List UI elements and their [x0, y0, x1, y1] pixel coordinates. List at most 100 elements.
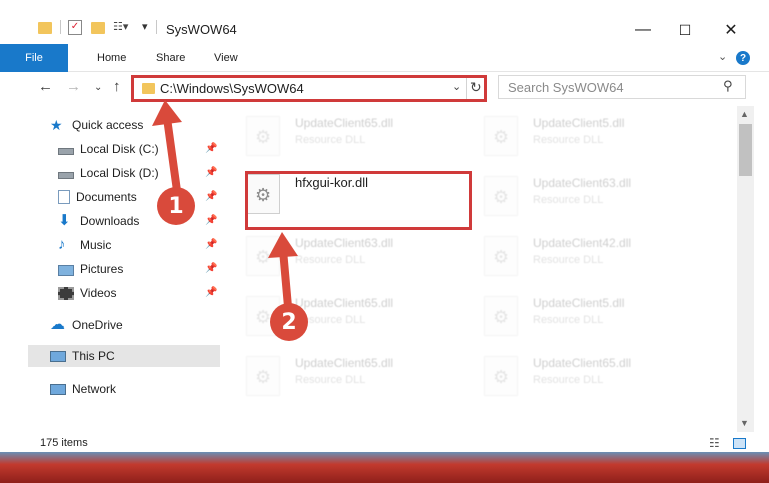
- expand-ribbon-icon[interactable]: ⌄: [718, 50, 727, 63]
- file-item[interactable]: ⚙ UpdateClient63.dll Resource DLL: [232, 230, 462, 280]
- computer-icon: [50, 351, 66, 362]
- search-icon[interactable]: ⚲: [723, 78, 733, 94]
- ribbon-tabs: File Home Share View ⌄ ?: [0, 44, 769, 72]
- help-icon[interactable]: ?: [736, 51, 750, 65]
- gear-icon: ⚙: [493, 307, 510, 327]
- file-type: Resource DLL: [295, 254, 366, 266]
- sidebar-item-label: Local Disk (C:): [80, 142, 159, 156]
- address-path[interactable]: C:\Windows\SysWOW64: [160, 81, 304, 96]
- chevron-down-icon[interactable]: ⌄: [452, 80, 461, 93]
- back-arrow-icon[interactable]: ←: [38, 78, 53, 95]
- folder-icon: [38, 22, 52, 34]
- sidebar-item-network[interactable]: Network: [50, 378, 116, 400]
- file-type: Resource DLL: [533, 194, 604, 206]
- maximize-button[interactable]: ☐: [662, 16, 708, 44]
- pin-icon[interactable]: 📌: [205, 287, 217, 298]
- scrollbar-thumb[interactable]: [739, 124, 752, 176]
- network-icon: [50, 384, 66, 395]
- title-bar: ✓ ☷▾ ▾ SysWOW64 — ☐ ✕: [0, 0, 769, 44]
- scroll-down-icon[interactable]: ▼: [740, 418, 749, 428]
- folder-icon: [142, 83, 155, 94]
- sidebar-item-onedrive[interactable]: ☁ OneDrive: [50, 314, 123, 336]
- file-type: Resource DLL: [533, 374, 604, 386]
- file-name: UpdateClient65.dll: [295, 356, 394, 370]
- videos-icon: [58, 286, 74, 300]
- pictures-icon: [58, 264, 74, 276]
- sidebar-item-documents[interactable]: Documents: [58, 186, 137, 208]
- dll-file-icon: ⚙: [484, 296, 518, 336]
- music-icon: ♪: [58, 236, 66, 253]
- new-folder-icon[interactable]: [91, 22, 105, 34]
- details-view-icon[interactable]: ☷: [709, 436, 725, 450]
- sidebar-item-label: Local Disk (D:): [80, 166, 159, 180]
- dll-file-icon: ⚙: [484, 236, 518, 276]
- scroll-up-icon[interactable]: ▲: [740, 109, 749, 119]
- sidebar-item-local-disk-c[interactable]: Local Disk (C:): [58, 138, 159, 160]
- sidebar-item-quick-access[interactable]: ★ Quick access: [50, 114, 143, 136]
- drive-icon: [58, 147, 74, 155]
- file-item[interactable]: ⚙ UpdateClient5.dll Resource DLL: [470, 110, 700, 160]
- sidebar-item-this-pc[interactable]: This PC: [28, 345, 220, 367]
- pin-icon[interactable]: 📌: [205, 191, 217, 202]
- forward-arrow-icon[interactable]: →: [66, 78, 81, 95]
- gear-icon: ⚙: [493, 367, 510, 387]
- file-item[interactable]: ⚙ UpdateClient65.dll Resource DLL: [232, 350, 462, 400]
- gear-icon: ⚙: [255, 247, 272, 267]
- desktop-background: [0, 452, 769, 483]
- close-button[interactable]: ✕: [708, 16, 754, 44]
- up-arrow-icon[interactable]: ↑: [113, 78, 121, 95]
- recent-locations-icon[interactable]: ⌄: [94, 82, 102, 93]
- file-type: Resource DLL: [533, 134, 604, 146]
- sidebar-item-label: Documents: [76, 190, 137, 204]
- sidebar-item-label: Videos: [80, 286, 117, 300]
- file-item[interactable]: ⚙ UpdateClient5.dll Resource DLL: [470, 290, 700, 340]
- address-bar[interactable]: C:\Windows\SysWOW64 ⌄ ↻: [131, 75, 487, 102]
- file-name: UpdateClient5.dll: [533, 296, 625, 310]
- file-item[interactable]: ⚙ UpdateClient65.dll Resource DLL: [232, 290, 462, 340]
- large-icons-view-icon[interactable]: [733, 438, 746, 449]
- dll-file-icon: ⚙: [484, 176, 518, 216]
- properties-icon[interactable]: ✓: [68, 20, 82, 35]
- sidebar-item-label: OneDrive: [72, 318, 123, 332]
- file-item[interactable]: ⚙ UpdateClient42.dll Resource DLL: [470, 230, 700, 280]
- file-item[interactable]: ⚙ UpdateClient65.dll Resource DLL: [470, 350, 700, 400]
- file-type: Resource DLL: [295, 134, 366, 146]
- sidebar-item-downloads[interactable]: ⬇ Downloads: [58, 210, 139, 232]
- file-item[interactable]: ⚙ UpdateClient63.dll Resource DLL: [470, 170, 700, 220]
- pin-icon[interactable]: 📌: [205, 239, 217, 250]
- quick-access-dropdown-icon[interactable]: ▾: [142, 20, 148, 33]
- dll-file-icon: ⚙: [246, 236, 280, 276]
- pin-icon[interactable]: 📌: [205, 167, 217, 178]
- minimize-button[interactable]: —: [620, 16, 666, 44]
- pin-icon[interactable]: 📌: [205, 263, 217, 274]
- file-item[interactable]: ⚙ UpdateClient65.dll Resource DLL: [232, 110, 462, 160]
- file-list: ⚙ UpdateClient65.dll Resource DLL ⚙ Upda…: [232, 106, 734, 432]
- download-icon: ⬇: [58, 212, 71, 229]
- divider: [60, 20, 61, 34]
- explorer-window: ✓ ☷▾ ▾ SysWOW64 — ☐ ✕ File Home Share Vi…: [0, 0, 769, 456]
- file-name: UpdateClient63.dll: [295, 236, 394, 250]
- refresh-icon[interactable]: ↻: [470, 79, 482, 96]
- sidebar-item-pictures[interactable]: Pictures: [58, 258, 123, 280]
- tab-share[interactable]: Share: [156, 52, 185, 64]
- sidebar-item-music[interactable]: ♪ Music: [58, 234, 111, 256]
- vertical-scrollbar[interactable]: ▲ ▼: [737, 106, 754, 432]
- search-input[interactable]: Search SysWOW64 ⚲: [498, 75, 746, 99]
- dll-file-icon: ⚙: [246, 116, 280, 156]
- file-type: Resource DLL: [533, 254, 604, 266]
- sidebar-item-label: Quick access: [72, 118, 144, 132]
- pin-icon[interactable]: 📌: [205, 143, 217, 154]
- tab-file[interactable]: File: [0, 44, 68, 72]
- pin-icon[interactable]: 📌: [205, 215, 217, 226]
- tab-view[interactable]: View: [214, 52, 238, 64]
- gear-icon: ⚙: [493, 187, 510, 207]
- cloud-icon: ☁: [50, 316, 65, 333]
- file-name: UpdateClient65.dll: [295, 296, 394, 310]
- navigation-pane: ★ Quick access Local Disk (C:) 📌 Local D…: [0, 106, 221, 432]
- sidebar-item-label: This PC: [72, 349, 115, 363]
- tab-home[interactable]: Home: [97, 52, 126, 64]
- customize-toolbar-icon[interactable]: ☷▾: [113, 20, 128, 33]
- gear-icon: ⚙: [255, 367, 272, 387]
- sidebar-item-local-disk-d[interactable]: Local Disk (D:): [58, 162, 159, 184]
- sidebar-item-videos[interactable]: Videos: [58, 282, 116, 304]
